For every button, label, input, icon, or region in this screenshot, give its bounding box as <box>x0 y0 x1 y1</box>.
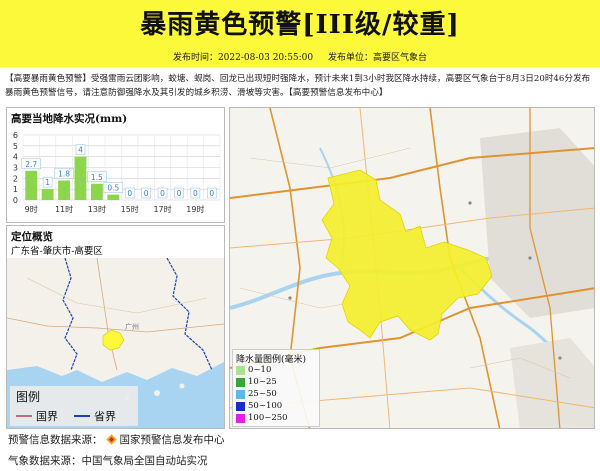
warning-center-logo-icon <box>105 434 117 445</box>
x-tick-label: 19时 <box>186 204 204 214</box>
warning-source-label: 预警信息数据来源： <box>8 434 103 446</box>
rainfall-panel: 高要当地降水实况(mm) 0 1 2 3 4 5 6 2.7 1 1.8 4 1.5 0.5 0 0 0 0 0 0… <box>6 107 225 223</box>
warning-meta: 发布时间：2022-08-03 20:55:00 发布单位：高要区气象台 <box>0 50 600 63</box>
warning-source-value: 国家预警信息发布中心 <box>119 434 225 446</box>
provincial-border-line-icon <box>74 415 90 417</box>
x-tick-label: 9时 <box>25 204 38 214</box>
y-tick-label: 1 <box>13 185 18 194</box>
color-swatch-icon <box>236 389 245 399</box>
bar-value-label: 0 <box>160 189 165 198</box>
bar-value-label: 1 <box>45 178 50 187</box>
location-legend: 图例 国界 省界 <box>10 386 138 426</box>
warning-description: 【高要暴雨黄色预警】受强雷雨云团影响，蛟塘、蚬岗、回龙已出现短时强降水，预计未来… <box>5 74 591 98</box>
x-tick-label: 15时 <box>121 204 139 214</box>
color-swatch-icon <box>236 401 245 411</box>
rain-bar <box>107 194 120 200</box>
x-tick-label: 17时 <box>153 204 171 214</box>
warning-source-line: 预警信息数据来源： 国家预警信息发布中心 <box>8 432 225 447</box>
y-tick-label: 5 <box>13 142 18 151</box>
location-subtitle: 广东省-肇庆市-高要区 <box>11 246 103 257</box>
warning-title: 暴雨黄色预警[III级/较重] <box>140 10 460 40</box>
rainfall-chart: 01234562.711.841.50.50 0 0 0 0 09时 11时 13时 15时 17… <box>13 131 221 214</box>
rain-bar <box>41 189 54 200</box>
color-swatch-icon <box>236 365 245 375</box>
bar-value-label: 1.8 <box>58 170 70 179</box>
location-legend-title: 图例 <box>16 390 41 404</box>
y-tick-label: 2 <box>13 174 18 183</box>
precip-legend-item: 50~100 <box>236 401 282 411</box>
weather-source-line: 气象数据来源：中国气象局全国自动站实况 <box>8 453 208 468</box>
color-swatch-icon <box>236 377 245 387</box>
precipitation-legend-title: 降水量图例(毫米) <box>236 355 307 365</box>
publisher: 发布单位：高要区气象台 <box>328 53 428 63</box>
bar-value-label: 0.5 <box>107 184 119 193</box>
national-border-line-icon <box>16 415 32 417</box>
location-panel-title: 定位概览 <box>11 231 53 243</box>
rain-bar <box>90 183 103 200</box>
bar-value-label: 2.7 <box>25 160 37 169</box>
precip-legend-item: 25~50 <box>236 389 277 399</box>
bar-value-label: 0 <box>193 189 198 198</box>
rain-bar <box>74 156 87 200</box>
precipitation-legend: 降水量图例(毫米) 0~10 10~25 25~50 50~100 100~25… <box>232 349 320 427</box>
y-tick-label: 6 <box>13 131 18 140</box>
precip-legend-item: 0~10 <box>236 365 271 375</box>
bar-value-label: 0 <box>209 189 214 198</box>
bar-value-label: 0 <box>177 189 182 198</box>
legend-provincial-border: 省界 <box>74 408 116 424</box>
y-tick-label: 3 <box>13 164 18 173</box>
color-swatch-icon <box>236 413 245 423</box>
bar-value-label: 0 <box>144 189 149 198</box>
y-tick-label: 4 <box>13 153 18 162</box>
publish-time: 发布时间：2022-08-03 20:55:00 <box>172 53 314 63</box>
precip-legend-item: 10~25 <box>236 377 277 387</box>
rain-bar <box>58 180 70 200</box>
precip-legend-item: 100~250 <box>236 413 288 423</box>
bar-value-label: 0 <box>127 189 132 198</box>
guangzhou-map-label: 广州 <box>125 322 139 331</box>
bar-value-label: 1.5 <box>91 173 103 182</box>
rain-bar <box>25 170 38 200</box>
warning-header: 暴雨黄色预警[III级/较重] 发布时间：2022-08-03 20:55:00… <box>0 0 600 67</box>
bar-value-label: 4 <box>78 146 83 155</box>
weather-source-label: 气象数据来源：中国气象局全国自动站实况 <box>8 455 208 467</box>
x-tick-label: 13时 <box>88 204 106 214</box>
y-tick-label: 0 <box>13 196 18 205</box>
legend-national-border: 国界 <box>16 408 58 424</box>
x-tick-label: 11时 <box>55 204 73 214</box>
